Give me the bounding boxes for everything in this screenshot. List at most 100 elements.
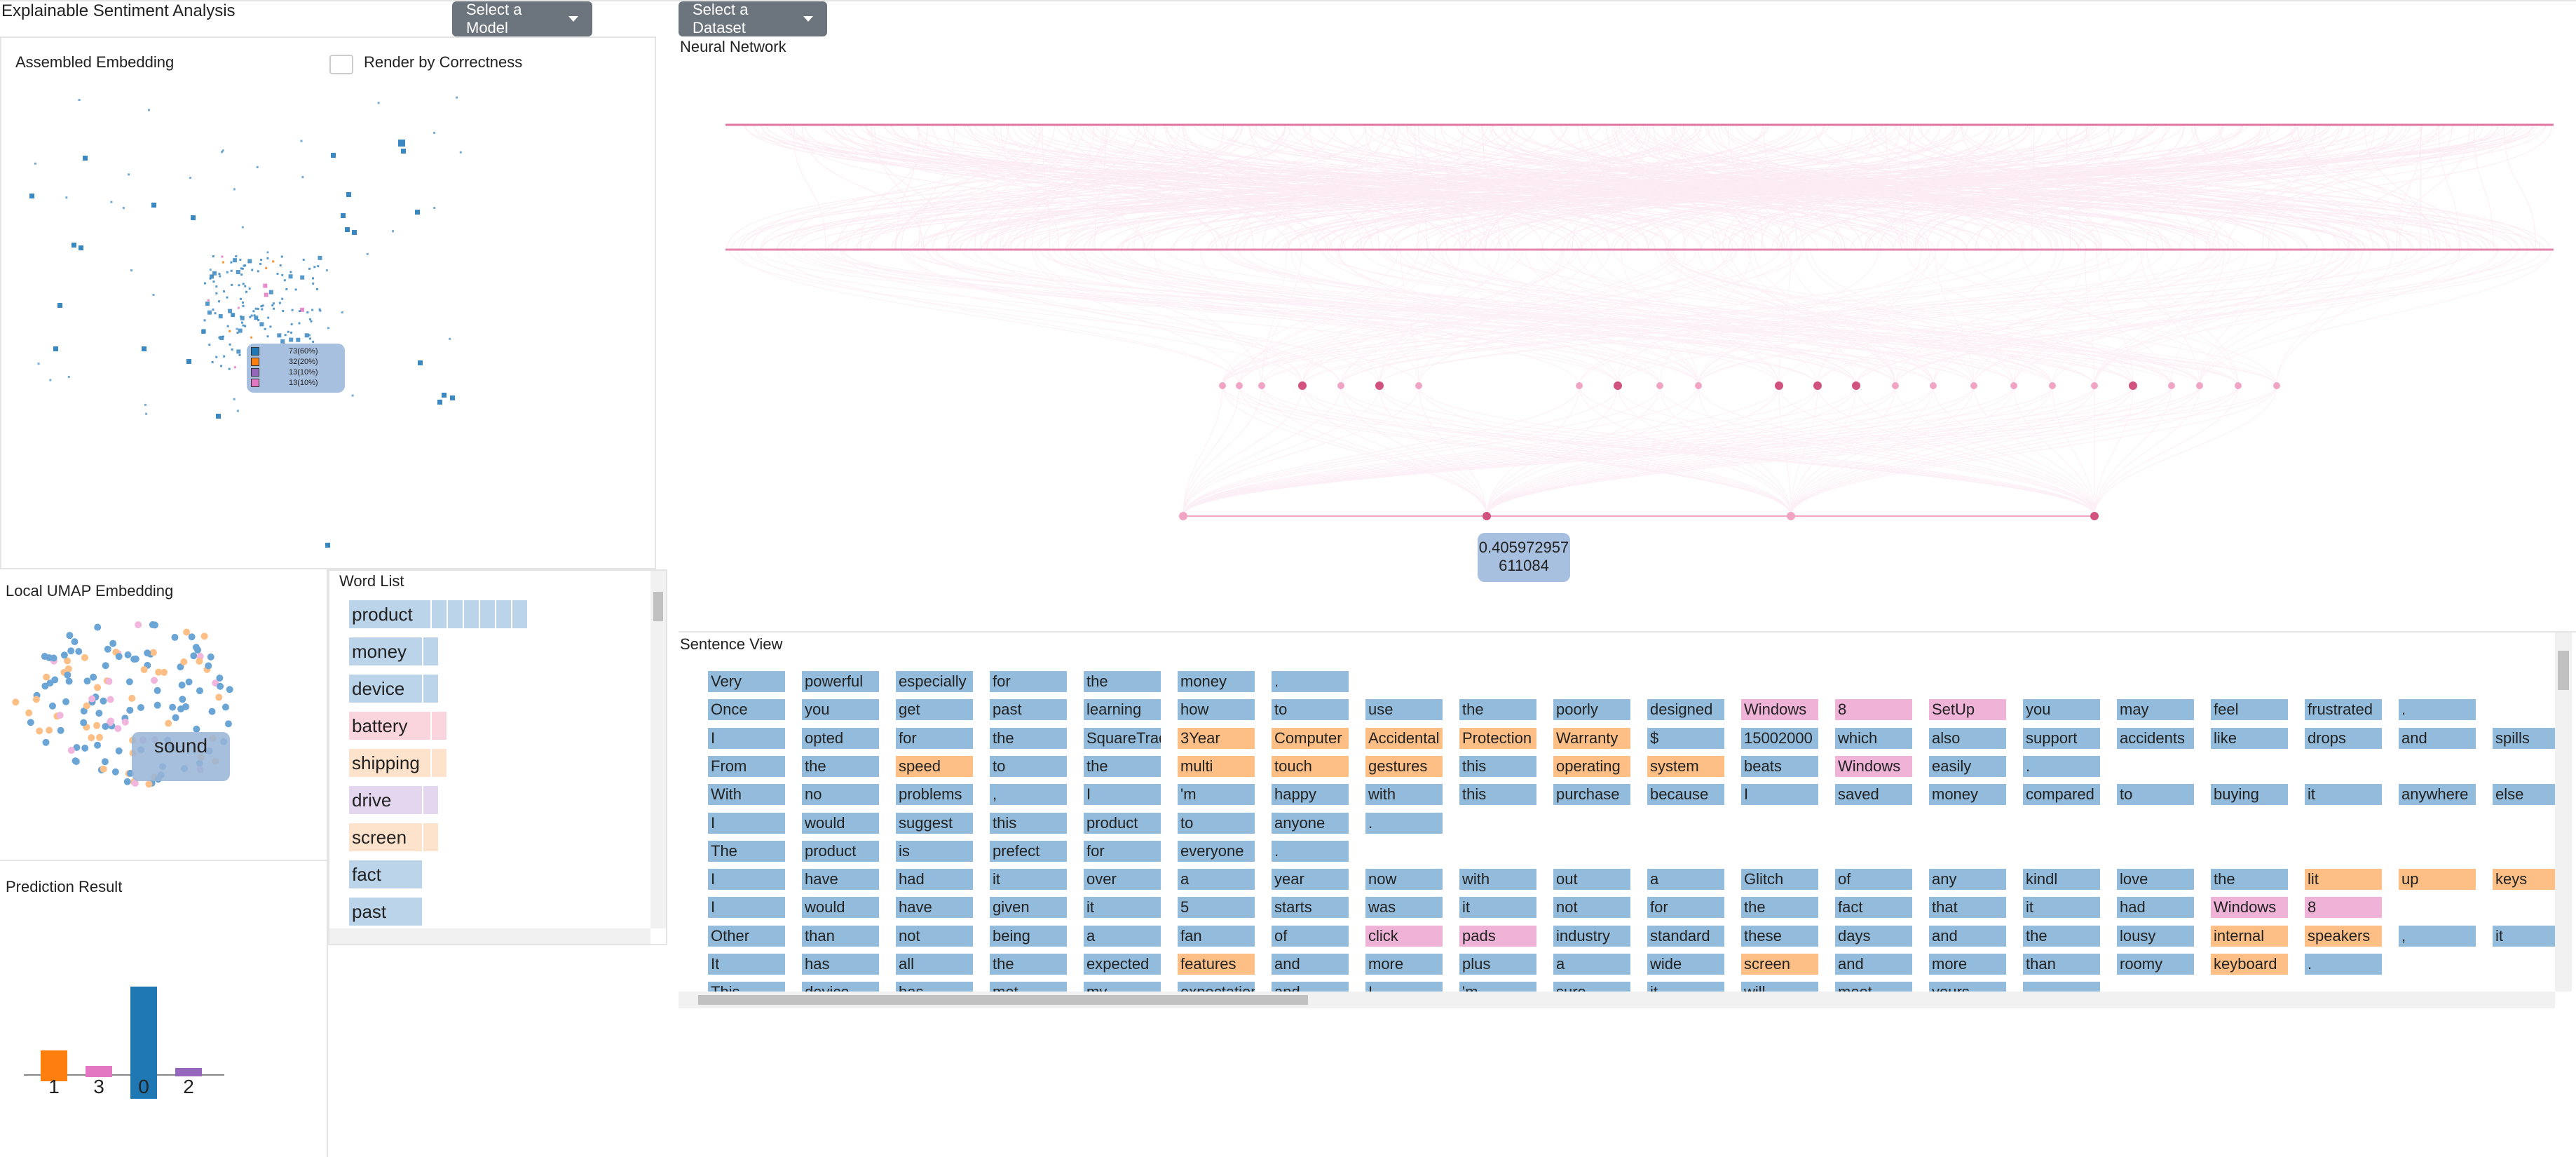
sentence-token[interactable]: the [2211,869,2288,891]
sentence-token[interactable]: the [1741,897,1818,919]
embedding-point[interactable] [245,290,248,293]
embedding-point[interactable] [242,304,245,307]
embedding-point[interactable] [230,269,233,272]
sentence-token[interactable]: no [802,784,879,806]
embedding-point[interactable] [218,336,221,339]
embedding-point[interactable] [228,367,231,370]
umap-point[interactable] [115,653,123,661]
embedding-point[interactable] [201,329,206,334]
sentence-token[interactable]: . [2399,699,2476,721]
embedding-point[interactable] [240,316,245,320]
sentence-token[interactable]: industry [1553,925,1630,947]
umap-point[interactable] [144,649,151,657]
embedding-point[interactable] [233,366,236,369]
embedding-point[interactable] [257,307,259,310]
embedding-point[interactable] [236,270,240,275]
sentence-token[interactable]: 15002000 [1741,727,1818,749]
sentence-token[interactable]: I [708,897,785,919]
embedding-point[interactable] [309,318,312,320]
umap-point[interactable] [107,696,114,703]
sentence-token[interactable]: beats [1741,755,1818,777]
umap-point[interactable] [88,695,96,703]
sentence-token[interactable]: keyboard [2211,954,2288,975]
neuron-node[interactable] [1179,512,1187,520]
embedding-point[interactable] [290,331,293,334]
embedding-point[interactable] [228,309,233,313]
umap-point[interactable] [188,633,196,641]
sentence-token[interactable]: $ [1647,727,1724,749]
umap-point[interactable] [180,658,188,665]
select-dataset-button[interactable]: Select a Dataset [679,1,827,36]
word-list-item[interactable]: product [349,600,527,628]
sentence-token[interactable]: SetUp [1929,699,2006,721]
sentence-token[interactable]: had [2117,897,2194,919]
embedding-point[interactable] [244,285,247,287]
sentence-token[interactable]: designed [1647,699,1724,721]
embedding-point[interactable] [311,277,314,280]
sentence-token[interactable]: all [896,954,973,975]
embedding-point[interactable] [237,306,240,309]
embedding-point[interactable] [352,230,357,235]
sentence-token[interactable]: it [2023,897,2100,919]
umap-point[interactable] [46,726,53,734]
umap-point[interactable] [115,747,123,755]
umap-point[interactable] [154,686,161,694]
umap-point[interactable] [226,686,233,693]
sentence-token[interactable]: opted [802,727,879,749]
umap-point[interactable] [94,623,102,631]
sentence-token[interactable]: out [1553,869,1630,891]
embedding-point[interactable] [231,313,236,318]
embedding-point[interactable] [151,203,156,208]
embedding-point[interactable] [266,335,269,338]
sentence-token[interactable]: the [1084,755,1161,777]
sentence-token[interactable]: sure [1553,982,1630,992]
sentence-token[interactable]: 5 [1178,897,1255,919]
umap-point[interactable] [25,709,33,717]
embedding-point[interactable] [261,308,264,311]
sentence-token[interactable]: I [1365,982,1443,992]
umap-point[interactable] [224,720,232,728]
sentence-token[interactable]: up [2399,869,2476,891]
sentence-token[interactable]: it [2493,925,2555,947]
embedding-point[interactable] [78,99,81,102]
embedding-point[interactable] [294,288,297,291]
sentence-token[interactable]: anyone [1272,812,1349,834]
embedding-point[interactable] [300,275,305,280]
embedding-point[interactable] [244,264,247,267]
embedding-point[interactable] [212,280,215,283]
umap-point[interactable] [196,687,203,695]
umap-point[interactable] [216,674,224,682]
embedding-point[interactable] [271,304,274,306]
umap-point[interactable] [67,747,75,755]
embedding-point[interactable] [218,300,221,303]
embedding-point[interactable] [298,322,301,325]
embedding-point[interactable] [456,96,458,99]
embedding-point[interactable] [341,311,343,313]
embedding-point[interactable] [219,275,222,278]
embedding-point[interactable] [223,290,226,293]
sentence-token[interactable]: also [1929,727,2006,749]
umap-point[interactable] [123,778,131,785]
embedding-point[interactable] [268,290,273,295]
sentence-token[interactable]: and [1835,954,1912,975]
embedding-point[interactable] [128,173,130,176]
umap-point[interactable] [27,719,34,726]
embedding-point[interactable] [189,177,192,180]
sentence-token[interactable]: support [2023,727,2100,749]
embedding-point[interactable] [57,303,62,308]
embedding-point[interactable] [459,151,462,154]
sentence-token[interactable]: the [990,954,1067,975]
umap-point[interactable] [222,703,229,711]
sentence-token[interactable]: now [1365,869,1443,891]
embedding-point[interactable] [267,316,270,319]
sentence-token[interactable]: , [2399,925,2476,947]
umap-point[interactable] [114,724,122,732]
embedding-point[interactable] [216,414,221,419]
sentence-token[interactable]: click [1365,925,1443,947]
sentence-token[interactable]: would [802,897,879,919]
embedding-point[interactable] [418,360,423,365]
sentence-token[interactable]: and [1272,982,1349,992]
sentence-token[interactable]: how [1178,699,1255,721]
umap-point[interactable] [36,727,43,735]
sentence-token[interactable]: frustrated [2305,699,2382,721]
